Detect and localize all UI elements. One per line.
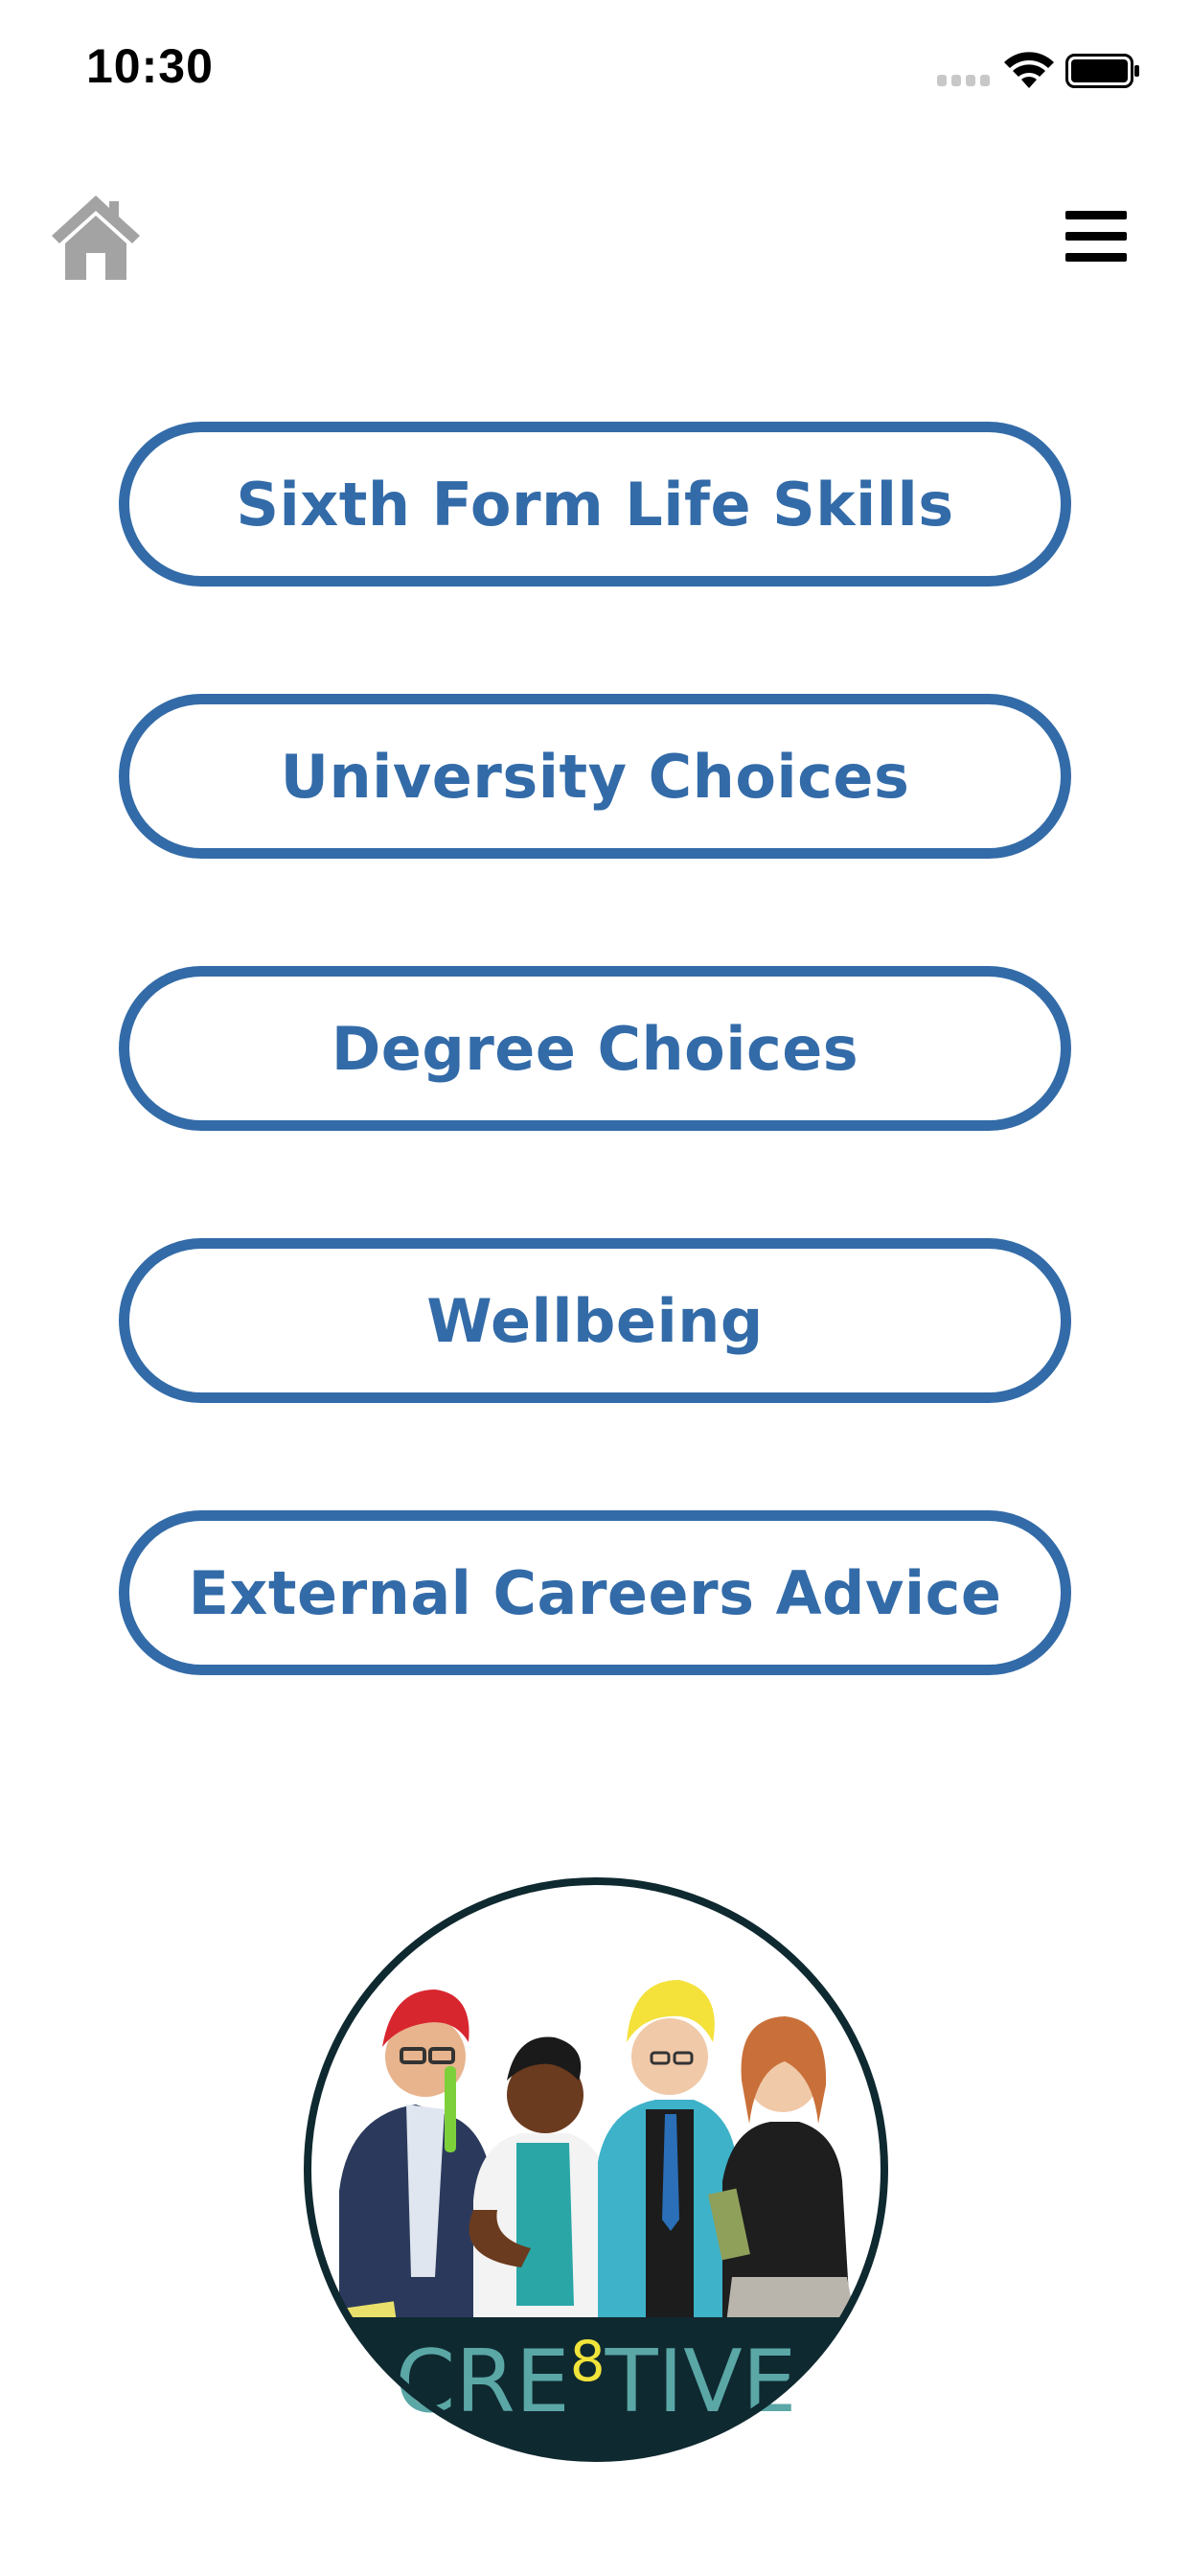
status-bar: 10:30: [0, 0, 1190, 134]
button-label: External Careers Advice: [188, 1557, 1002, 1628]
logo-superscript: 8: [570, 2329, 606, 2394]
home-icon: [52, 196, 140, 280]
status-time: 10:30: [86, 39, 214, 93]
button-label: University Choices: [280, 741, 910, 812]
cre8tive-logo: CRE8TIVE: [304, 1877, 888, 2462]
wellbeing-button[interactable]: Wellbeing: [119, 1238, 1071, 1403]
university-choices-button[interactable]: University Choices: [119, 694, 1071, 859]
cellular-signal-icon: [937, 75, 995, 88]
hamburger-menu-icon: [1065, 211, 1127, 219]
button-label: Sixth Form Life Skills: [236, 469, 954, 540]
button-label: Wellbeing: [426, 1285, 764, 1356]
logo-text: CRE: [395, 2332, 569, 2432]
degree-choices-button[interactable]: Degree Choices: [119, 966, 1071, 1131]
external-careers-advice-button[interactable]: External Careers Advice: [119, 1510, 1071, 1675]
wifi-icon: [1004, 52, 1054, 88]
home-button[interactable]: [48, 190, 144, 282]
battery-icon: [1065, 54, 1139, 88]
sixth-form-life-skills-button[interactable]: Sixth Form Life Skills: [119, 422, 1071, 586]
button-label: Degree Choices: [331, 1013, 859, 1084]
hamburger-menu-button[interactable]: [1065, 209, 1131, 263]
logo-text-suffix: TIVE: [605, 2332, 797, 2432]
